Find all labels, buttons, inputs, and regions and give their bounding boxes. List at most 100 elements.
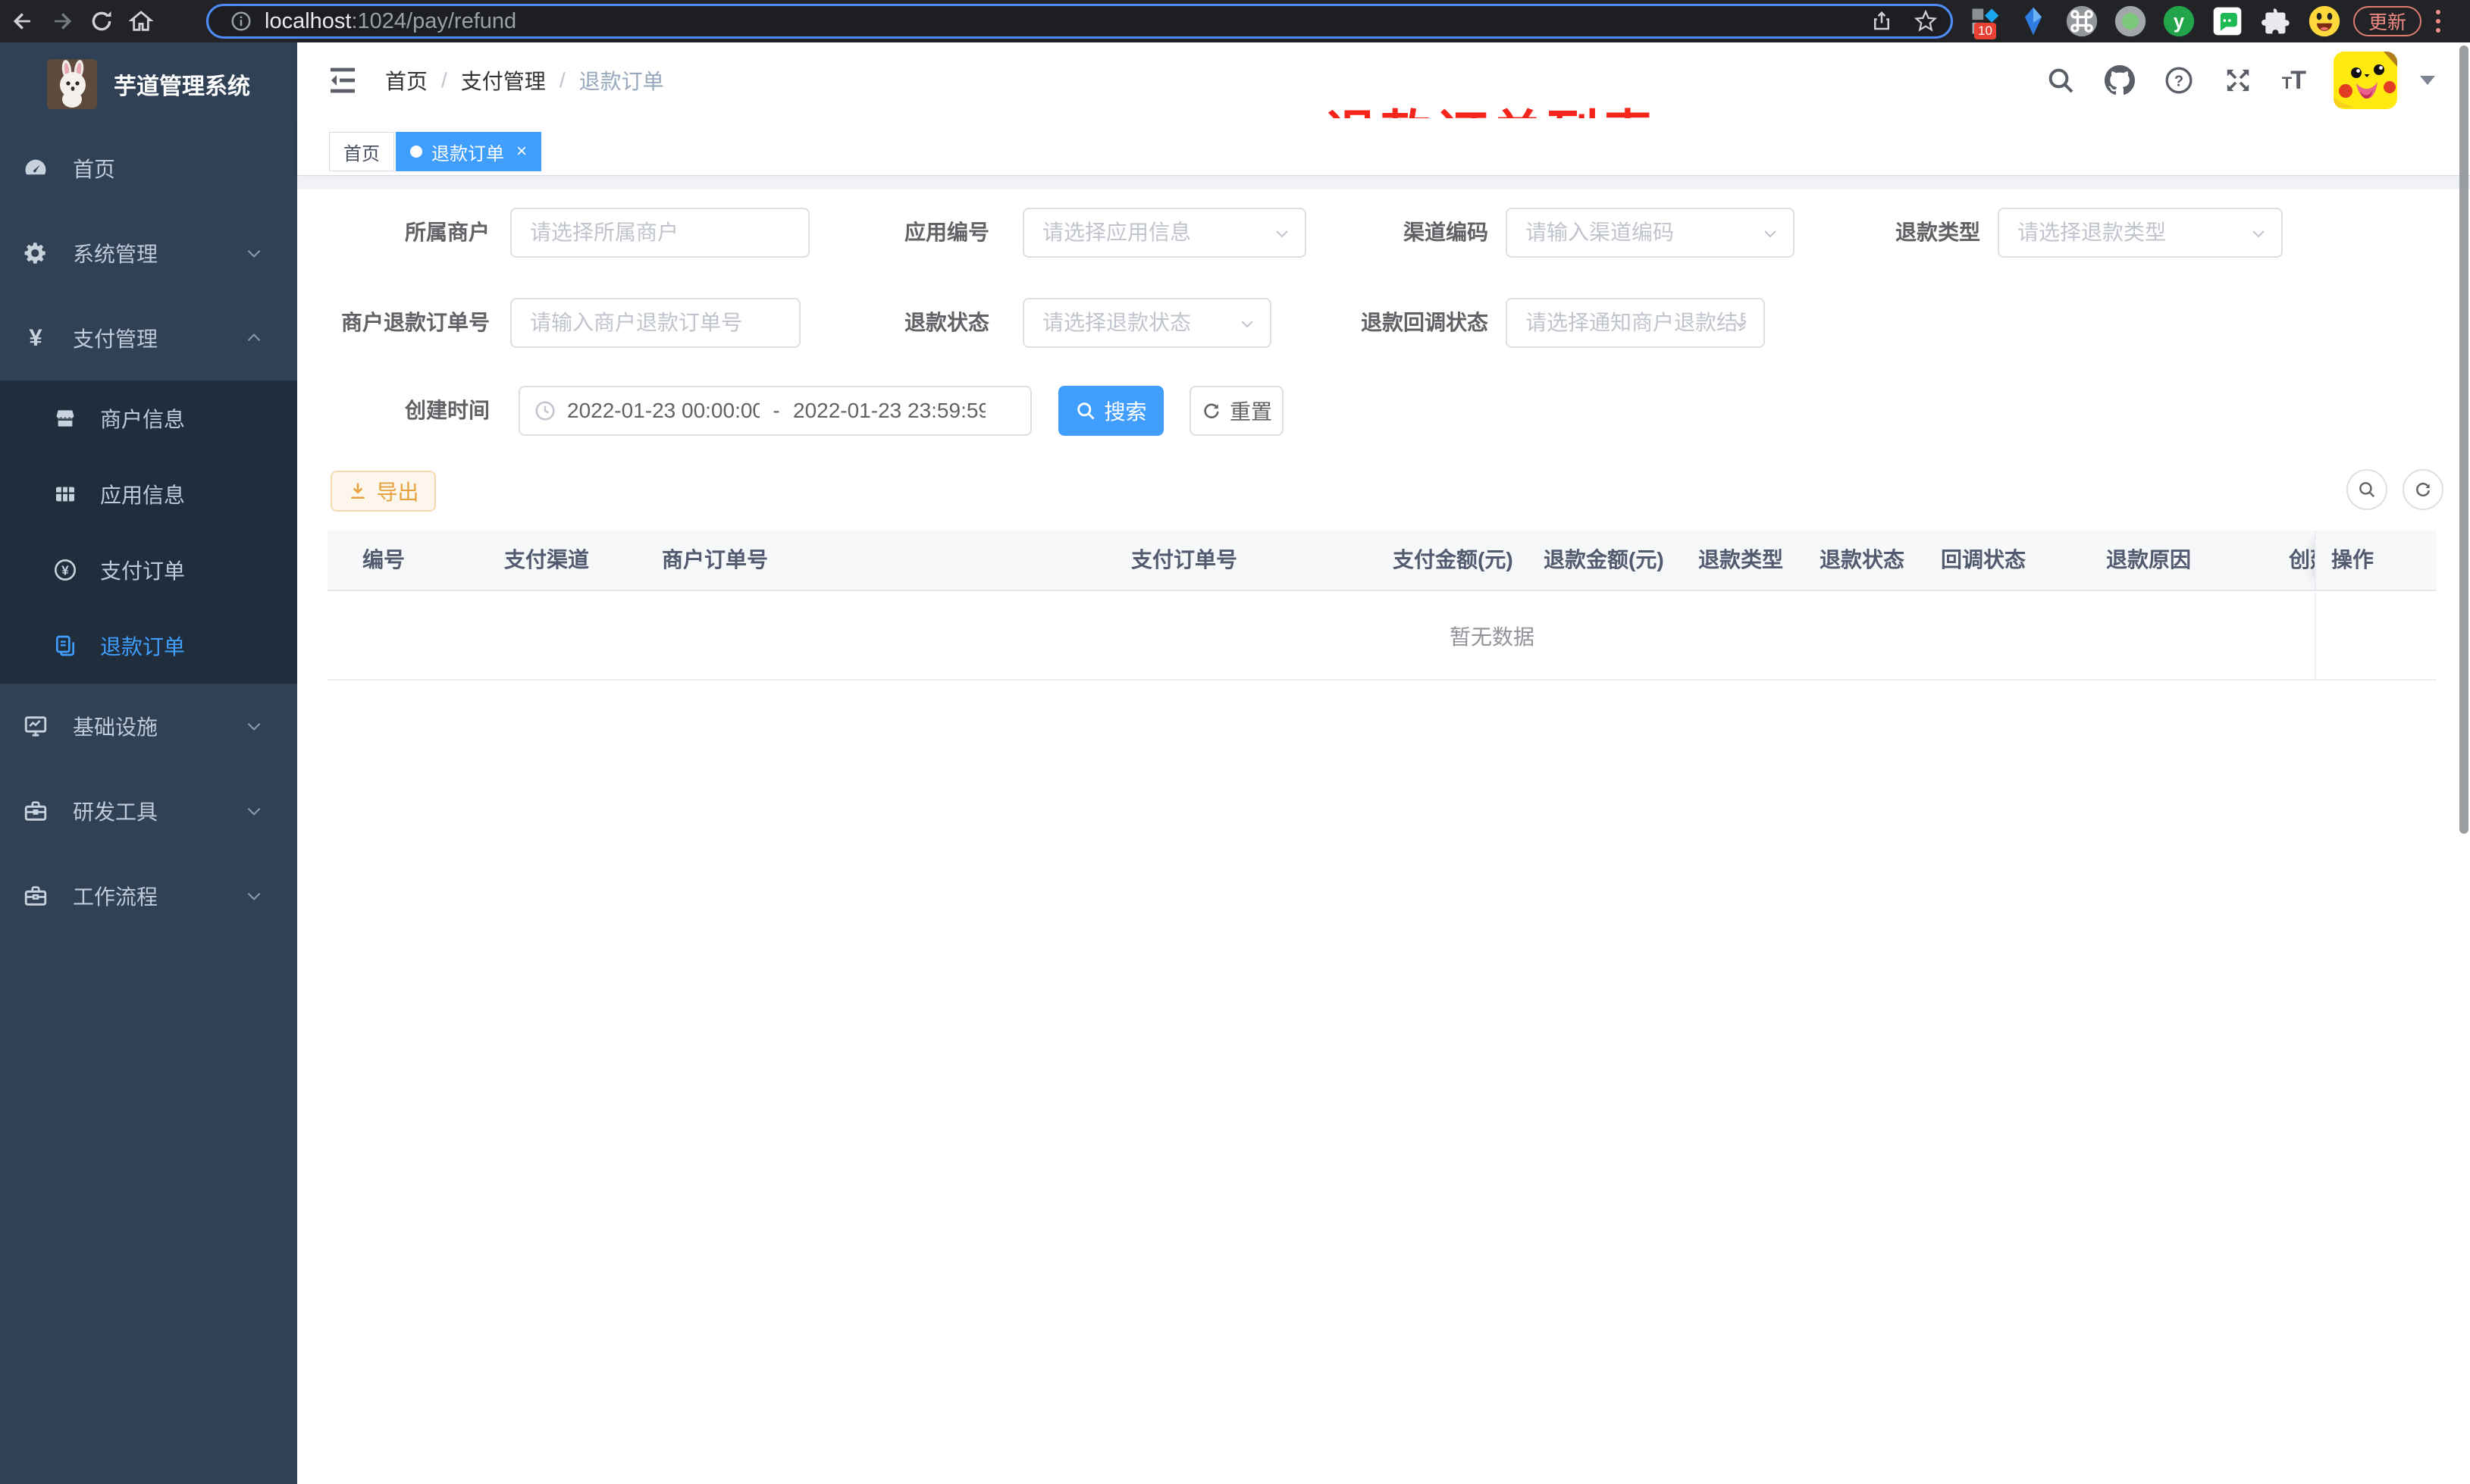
chevron-down-icon — [247, 807, 261, 816]
select-arrow-icon — [2252, 230, 2265, 238]
browser-back-button[interactable] — [6, 5, 39, 38]
refund-status-select[interactable] — [1023, 298, 1271, 348]
tag-label: 首页 — [343, 143, 380, 164]
breadcrumb-pay[interactable]: 支付管理 — [461, 65, 546, 95]
sidebar-item-home[interactable]: 首页 — [0, 126, 297, 211]
tag-close-icon[interactable]: × — [516, 142, 527, 161]
merchant-input[interactable] — [512, 210, 808, 255]
search-button[interactable]: 搜索 — [1058, 386, 1164, 436]
extensions-puzzle-icon[interactable] — [2259, 5, 2293, 38]
refund-type-select[interactable] — [1998, 208, 2283, 258]
svg-text:y: y — [2174, 11, 2185, 33]
font-size-icon[interactable]: TT — [2282, 66, 2306, 95]
column-header-id[interactable]: 编号 — [328, 531, 489, 590]
extension-kite-icon[interactable] — [2017, 5, 2050, 38]
merchant-refund-no-field[interactable] — [510, 298, 801, 348]
help-button[interactable]: ? — [2164, 65, 2194, 95]
app-select[interactable] — [1023, 208, 1306, 258]
top-navbar: 首页 / 支付管理 / 退款订单 退款订单列表 ? TT — [297, 42, 2470, 164]
tag-home[interactable]: 首页 — [329, 132, 394, 171]
extension-command-icon[interactable] — [2065, 5, 2099, 38]
forward-icon — [55, 13, 72, 30]
main-gap — [297, 177, 2470, 189]
page-content: 所属商户 应用编号 渠道编码 退款类型 商户退款订单号 退款状态 退款 — [297, 189, 2470, 1484]
bookmark-star-icon[interactable] — [1914, 10, 1937, 33]
extension-emoji-icon[interactable] — [2308, 5, 2341, 38]
chrome-menu-button[interactable] — [2428, 8, 2449, 35]
reset-button-label: 重置 — [1229, 400, 1272, 424]
tag-refund-order[interactable]: 退款订单 × — [396, 132, 542, 171]
sidebar-item-infra[interactable]: 基础设施 — [0, 684, 297, 769]
browser-chrome: localhost:1024/pay/refund 10 y 更新 — [0, 0, 2470, 42]
share-icon[interactable] — [1870, 10, 1893, 33]
refund-type-select-input[interactable] — [1999, 210, 2281, 255]
browser-reload-button[interactable] — [85, 5, 118, 38]
sidebar-item-pay-order[interactable]: ¥ 支付订单 — [0, 532, 297, 608]
extension-chat-icon[interactable] — [2211, 5, 2244, 38]
column-header-refund-reason[interactable]: 退款原因 — [2091, 531, 2274, 590]
column-header-refund-status[interactable]: 退款状态 — [1804, 531, 1926, 590]
sidebar-item-label: 首页 — [73, 158, 116, 181]
address-bar[interactable]: localhost:1024/pay/refund — [206, 4, 1953, 39]
column-header-refund-type[interactable]: 退款类型 — [1683, 531, 1804, 590]
clock-icon — [535, 401, 555, 421]
merchant-select[interactable] — [510, 208, 810, 258]
fullscreen-button[interactable] — [2223, 65, 2253, 95]
column-header-callback-status[interactable]: 回调状态 — [1926, 531, 2091, 590]
breadcrumb-home[interactable]: 首页 — [385, 65, 428, 95]
page-info-icon[interactable] — [230, 10, 252, 33]
chrome-update-button[interactable]: 更新 — [2353, 6, 2422, 36]
window-scrollbar[interactable] — [2459, 45, 2468, 834]
table-empty-block: 暂无数据 — [328, 593, 2437, 681]
column-header-merchant-order-no[interactable]: 商户订单号 — [647, 531, 1116, 590]
yen-icon: ¥ — [29, 325, 42, 351]
sidebar-item-refund-order[interactable]: 退款订单 — [0, 608, 297, 684]
search-icon — [2359, 482, 2375, 498]
sidebar-item-workflow[interactable]: 工作流程 — [0, 853, 297, 938]
table-header-row: 编号 支付渠道 商户订单号 支付订单号 支付金额(元) 退款金额(元) 退款类型… — [328, 531, 2437, 591]
sidebar-item-dev-tools[interactable]: 研发工具 — [0, 769, 297, 853]
sidebar-logo-row[interactable]: 芋道管理系统 — [0, 42, 297, 126]
column-header-pay-amount[interactable]: 支付金额(元) — [1378, 531, 1528, 590]
merchant-refund-no-input[interactable] — [512, 300, 799, 346]
browser-home-button[interactable] — [124, 5, 158, 38]
sidebar-item-merchant-info[interactable]: 商户信息 — [0, 380, 297, 456]
sidebar-item-system[interactable]: 系统管理 — [0, 211, 297, 296]
sidebar-toggle-icon[interactable] — [324, 62, 361, 99]
chevron-down-icon — [247, 722, 261, 731]
create-time-range-picker[interactable]: 2022-01-23 00:00:00 - 2022-01-23 23:59:5… — [519, 386, 1032, 436]
search-icon — [1077, 402, 1095, 420]
extension-mosaic-icon[interactable]: 10 — [1968, 5, 2001, 39]
avatar-caret-icon[interactable] — [2420, 76, 2435, 85]
date-end-value[interactable]: 2022-01-23 23:59:59 — [793, 399, 986, 423]
export-button[interactable]: 导出 — [331, 471, 436, 512]
sidebar-item-label: 工作流程 — [73, 885, 158, 909]
reset-button[interactable]: 重置 — [1190, 386, 1284, 436]
column-header-create-time-clipped[interactable]: 创建时间 — [2274, 531, 2315, 590]
home-icon — [128, 11, 154, 31]
browser-forward-button[interactable] — [45, 5, 79, 38]
table-refresh-button[interactable] — [2403, 469, 2443, 510]
notify-status-select-input[interactable] — [1507, 300, 1763, 346]
extension-badge: 10 — [1974, 23, 1996, 39]
header-search-button[interactable] — [2045, 65, 2076, 95]
channel-select-input[interactable] — [1507, 210, 1793, 255]
tags-view: 首页 退款订单 × — [297, 118, 2470, 176]
app-window: localhost:1024/pay/refund 10 y 更新 芋道管理系统… — [0, 0, 2470, 1484]
refresh-icon — [2416, 483, 2430, 496]
extension-y-icon[interactable]: y — [2162, 5, 2196, 38]
table-search-toggle-button[interactable] — [2346, 469, 2387, 510]
column-header-pay-order-no[interactable]: 支付订单号 — [1116, 531, 1378, 590]
sidebar-item-app-info[interactable]: 应用信息 — [0, 456, 297, 532]
github-link[interactable] — [2104, 65, 2135, 95]
channel-select[interactable] — [1506, 208, 1795, 258]
refund-status-select-input[interactable] — [1024, 300, 1270, 346]
sidebar-item-pay[interactable]: ¥ 支付管理 — [0, 296, 297, 380]
column-header-refund-amount[interactable]: 退款金额(元) — [1528, 531, 1683, 590]
extension-green-dot-icon[interactable] — [2114, 5, 2147, 38]
date-start-value[interactable]: 2022-01-23 00:00:00 — [567, 399, 760, 423]
app-select-input[interactable] — [1024, 210, 1305, 255]
column-header-pay-channel[interactable]: 支付渠道 — [489, 531, 647, 590]
user-avatar[interactable] — [2334, 52, 2397, 109]
notify-status-select[interactable] — [1506, 298, 1765, 348]
